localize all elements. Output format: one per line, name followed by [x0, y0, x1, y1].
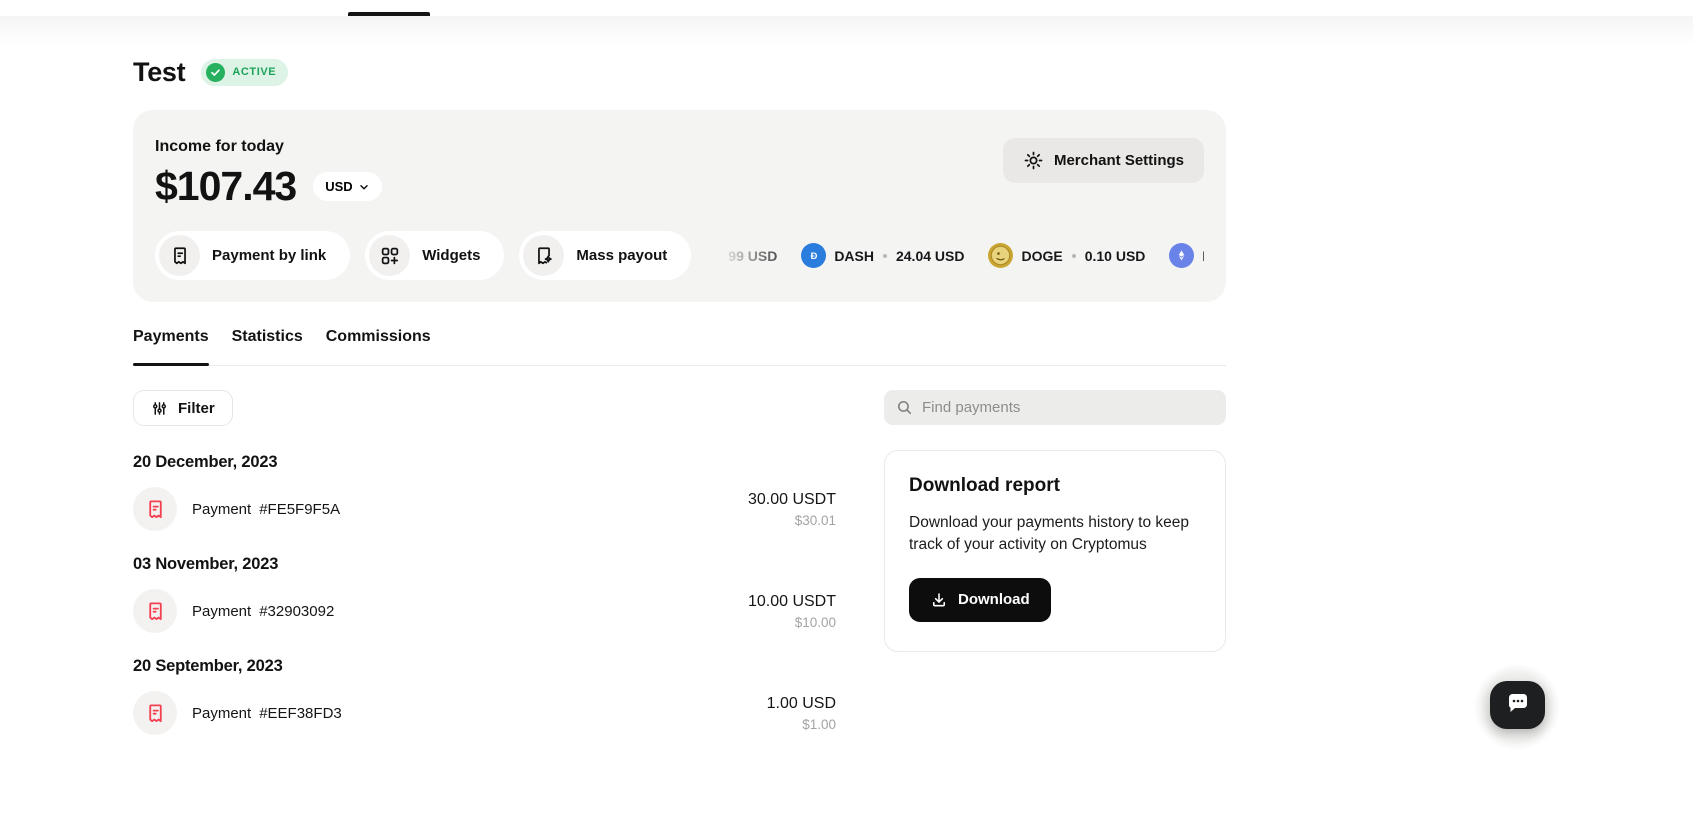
merchant-settings-button[interactable]: Merchant Settings: [1002, 138, 1204, 183]
dash-coin-icon: Đ: [801, 243, 827, 268]
payment-receipt-icon: [133, 589, 177, 633]
date-heading: 20 September, 2023: [133, 657, 283, 675]
search-input[interactable]: [922, 399, 1214, 416]
payment-receipt-icon: [133, 487, 177, 531]
payment-list: 20 December, 2023 Payment #FE5F9F5A 30.0…: [133, 453, 860, 759]
receipt-icon: [159, 235, 200, 276]
payment-by-link-label: Payment by link: [212, 247, 327, 264]
doge-coin-icon: [988, 243, 1014, 268]
header-gradient: [0, 16, 1693, 46]
eth-coin-icon: [1169, 243, 1195, 268]
download-label: Download: [958, 591, 1030, 609]
search-icon: [896, 399, 913, 416]
date-heading: 20 December, 2023: [133, 453, 278, 471]
widgets-button[interactable]: Widgets: [365, 231, 505, 280]
report-description: Download your payments history to keep t…: [909, 514, 1190, 554]
download-icon: [930, 591, 948, 609]
crypto-price-ticker: 99 USD Đ DASH 24.04 USD DOGE 0.10 USD: [728, 243, 1204, 268]
payment-fiat-amount: $30.01: [794, 512, 836, 528]
chevron-down-icon: [358, 181, 370, 193]
ticker-separator: [882, 253, 887, 258]
ticker-item-eth: ETH 2 577.11 US: [1169, 243, 1204, 268]
svg-text:Đ: Đ: [810, 250, 817, 260]
payment-fiat-amount: $1.00: [802, 716, 836, 732]
widgets-label: Widgets: [422, 247, 481, 264]
status-badge: ACTIVE: [201, 58, 289, 86]
filter-button[interactable]: Filter: [133, 390, 233, 426]
ticker-separator: [1071, 253, 1076, 258]
date-heading: 03 November, 2023: [133, 555, 279, 573]
chat-launcher-button[interactable]: [1490, 681, 1545, 729]
income-block: Income for today $107.43 USD: [155, 138, 382, 210]
download-button[interactable]: Download: [909, 577, 1051, 622]
section-tabs: Payments Statistics Commissions: [133, 324, 1226, 366]
tab-statistics[interactable]: Statistics: [232, 324, 303, 365]
payment-row[interactable]: Payment #FE5F9F5A 30.00 USDT $30.01: [133, 487, 836, 531]
payment-receipt-icon: [133, 691, 177, 735]
tab-commissions[interactable]: Commissions: [326, 324, 431, 365]
payment-row[interactable]: Payment #32903092 10.00 USDT $10.00: [133, 589, 836, 633]
ticker-symbol: DASH: [834, 247, 874, 264]
filter-area: Filter: [133, 390, 860, 426]
tab-payments[interactable]: Payments: [133, 324, 209, 366]
payment-by-link-button[interactable]: Payment by link: [155, 231, 351, 280]
top-nav-bar: [0, 0, 1693, 16]
mass-payout-button[interactable]: Mass payout: [519, 231, 692, 280]
ticker-item-dash: Đ DASH 24.04 USD: [801, 243, 964, 268]
payment-amount: 30.00 USDT: [747, 490, 836, 508]
ticker-symbol: ETH: [1202, 248, 1204, 264]
merchant-title-row: Test ACTIVE: [133, 54, 1226, 90]
mass-payout-label: Mass payout: [576, 247, 668, 264]
ticker-item-partial: 99 USD: [728, 247, 778, 264]
payment-amount: 10.00 USDT: [747, 592, 836, 610]
page-title: Test: [133, 56, 186, 87]
ticker-price: 0.10 USD: [1084, 247, 1146, 264]
payment-row[interactable]: Payment #EEF38FD3 1.00 USD $1.00: [133, 691, 836, 735]
payment-fiat-amount: $10.00: [794, 614, 836, 630]
payment-amount: 1.00 USD: [766, 694, 836, 712]
sliders-icon: [151, 400, 168, 417]
chat-bubble-icon: [1505, 693, 1531, 717]
widgets-icon: [369, 235, 411, 276]
ticker-item-doge: DOGE 0.10 USD: [988, 243, 1145, 268]
ticker-symbol: DOGE: [1021, 247, 1063, 264]
payment-type: Payment: [192, 704, 252, 722]
currency-dropdown[interactable]: USD: [313, 172, 382, 201]
payment-id: #32903092: [259, 602, 335, 620]
filter-label: Filter: [178, 399, 215, 417]
check-circle-icon: [206, 62, 226, 82]
payment-type: Payment: [192, 500, 252, 518]
status-badge-label: ACTIVE: [232, 66, 277, 78]
report-title: Download report: [909, 475, 1060, 496]
receipt-star-icon: [523, 235, 565, 276]
payment-type: Payment: [192, 602, 252, 620]
search-box: [884, 390, 1226, 425]
income-label: Income for today: [155, 138, 284, 155]
payment-id: #FE5F9F5A: [259, 500, 341, 518]
merchant-settings-label: Merchant Settings: [1053, 152, 1184, 169]
payment-id: #EEF38FD3: [259, 704, 342, 722]
currency-value: USD: [325, 179, 353, 194]
ticker-price: 24.04 USD: [895, 247, 965, 264]
download-report-card: Download report Download your payments h…: [884, 450, 1226, 652]
active-nav-indicator: [348, 12, 430, 16]
gear-icon: [1023, 150, 1044, 171]
merchant-dashboard: Test ACTIVE Income for today $107.43 USD: [133, 54, 1226, 759]
income-amount: $107.43: [155, 163, 297, 209]
income-card: Income for today $107.43 USD Merchant Se…: [133, 110, 1226, 302]
